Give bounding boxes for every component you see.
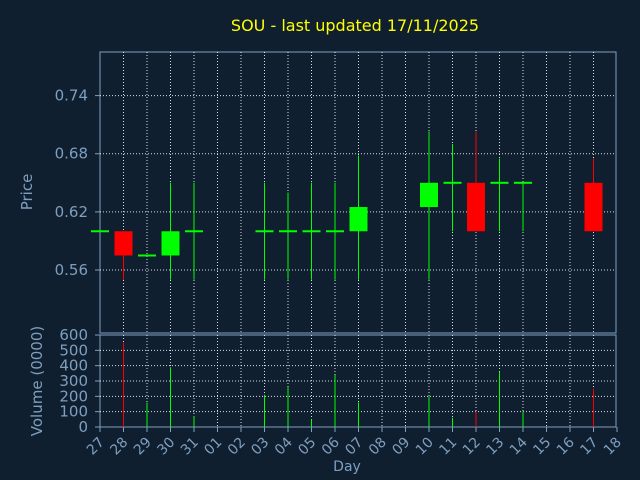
candlestick-chart: SOU - last updated 17/11/2025 0.740.680.… — [18, 16, 625, 475]
candle-body — [584, 182, 603, 232]
candle-body — [114, 231, 133, 256]
price-tick-label: 0.68 — [55, 145, 88, 163]
candle-body — [185, 230, 203, 233]
x-tick-label: 18 — [601, 435, 625, 459]
x-tick-label: 29 — [131, 435, 155, 459]
candle-body — [326, 230, 344, 233]
x-tick-label: 16 — [554, 434, 578, 458]
x-tick-label: 04 — [272, 434, 296, 458]
x-tick-label: 03 — [248, 435, 272, 459]
x-tick-label: 28 — [107, 435, 131, 459]
candle-body — [255, 230, 274, 233]
candle-body — [138, 254, 156, 257]
price-tick-label: 0.74 — [55, 87, 88, 105]
candle-body — [349, 207, 368, 232]
x-tick-label: 10 — [413, 435, 437, 459]
x-tick-label: 31 — [178, 435, 202, 459]
candle-body — [514, 181, 532, 184]
x-axis-label: Day — [333, 459, 361, 475]
candle-body — [490, 181, 509, 184]
price-panel: 0.74 0.68 0.62 0.56 — [55, 51, 617, 334]
x-tick-label: 11 — [436, 435, 460, 459]
candle-body — [443, 181, 462, 184]
candle-body — [467, 182, 485, 232]
candle-body — [91, 230, 109, 233]
volume-axis-label: Volume (0000) — [28, 326, 46, 436]
chart-title: SOU - last updated 17/11/2025 — [231, 16, 479, 35]
x-tick-label: 01 — [201, 435, 225, 459]
candle-body — [420, 182, 438, 208]
x-tick-label: 09 — [389, 435, 413, 459]
price-tick-label: 0.56 — [55, 261, 88, 279]
x-tick-label: 27 — [84, 435, 108, 459]
x-tick-label: 14 — [507, 434, 531, 458]
x-tick-label: 06 — [319, 434, 343, 458]
x-tick-label: 12 — [460, 435, 484, 459]
price-tick-label: 0.62 — [55, 203, 88, 221]
candle-body — [279, 230, 297, 233]
x-tick-label: 13 — [483, 435, 507, 459]
volume-panel: 27 28 29 30 31 01 02 03 04 05 06 07 08 09 10 11 12 13 14 15… — [59, 326, 624, 458]
candle-body — [302, 230, 321, 233]
x-tick-label: 17 — [577, 435, 601, 459]
volume-tick-label: 0 — [78, 418, 88, 436]
x-tick-label: 30 — [154, 435, 178, 459]
candle-body — [161, 231, 180, 256]
price-axis-label: Price — [18, 174, 36, 211]
x-tick-label: 15 — [530, 435, 554, 459]
x-tick-label: 08 — [366, 435, 390, 459]
x-tick-label: 07 — [342, 435, 366, 459]
x-tick-label: 05 — [295, 435, 319, 459]
x-tick-label: 02 — [225, 435, 249, 459]
